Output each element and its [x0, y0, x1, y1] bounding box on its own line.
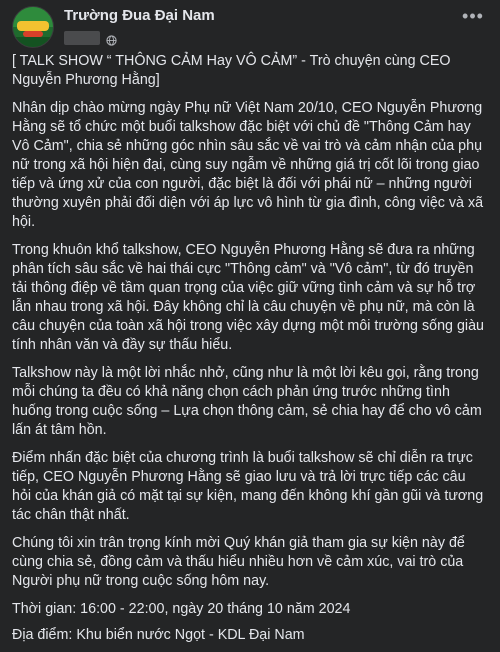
- redacted-timestamp: [64, 31, 100, 45]
- post-paragraph: Talkshow này là một lời nhắc nhở, cũng n…: [12, 365, 482, 438]
- globe-icon: [106, 33, 117, 46]
- post-subline: [64, 31, 215, 46]
- post-paragraph: Điểm nhấn đặc biệt của chương trình là b…: [12, 450, 484, 523]
- event-location: Địa điểm: Khu biển nước Ngọt - KDL Đại N…: [12, 627, 305, 643]
- page-name[interactable]: Trường Đua Đại Nam: [64, 7, 215, 25]
- post-paragraph: Nhân dịp chào mừng ngày Phụ nữ Việt Nam …: [12, 100, 484, 230]
- post-title: [ TALK SHOW “ THÔNG CẢM Hay VÔ CẢM” - Tr…: [12, 53, 451, 88]
- post-paragraph: Chúng tôi xin trân trọng kính mời Quý kh…: [12, 535, 465, 589]
- more-horizontal-icon: •••: [462, 6, 484, 26]
- post-body: [ TALK SHOW “ THÔNG CẢM Hay VÔ CẢM” - Tr…: [12, 52, 488, 652]
- post-paragraph: Trong khuôn khổ talkshow, CEO Nguyễn Phư…: [12, 242, 484, 353]
- page-avatar[interactable]: [12, 6, 54, 48]
- post-header: Trường Đua Đại Nam: [12, 6, 215, 52]
- more-options-button[interactable]: •••: [458, 6, 488, 26]
- post-meta: Trường Đua Đại Nam: [64, 6, 215, 46]
- facebook-post: Trường Đua Đại Nam ••• [ TALK SHOW “ THÔ…: [0, 0, 500, 643]
- event-time: Thời gian: 16:00 - 22:00, ngày 20 tháng …: [12, 601, 351, 617]
